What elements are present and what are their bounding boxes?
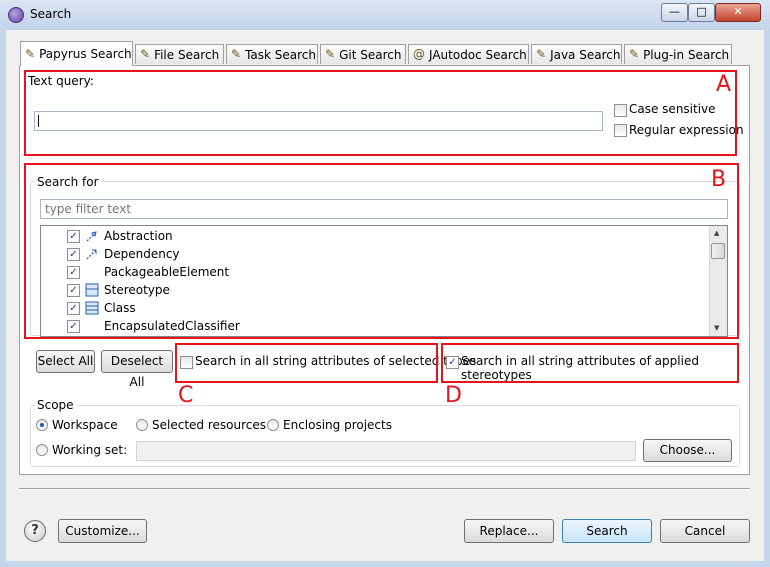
tab-label: Plug-in Search [643, 47, 730, 62]
workspace-label: Workspace [52, 418, 118, 432]
tab-java-search[interactable]: ✎ Java Search [531, 44, 622, 64]
tab-label: Task Search [245, 47, 317, 62]
footer-separator [19, 488, 750, 490]
tab-plugin-search[interactable]: ✎ Plug-in Search [624, 44, 732, 64]
git-search-icon: ✎ [325, 47, 336, 61]
maximize-button[interactable]: □ [688, 3, 715, 22]
selected-resources-radio[interactable] [136, 419, 148, 431]
task-search-icon: ✎ [231, 47, 242, 61]
workspace-radio[interactable] [36, 419, 48, 431]
tab-label: Papyrus Search [39, 47, 132, 61]
tab-jautodoc-search[interactable]: @ JAutodoc Search [408, 44, 529, 64]
working-set-field [136, 441, 636, 461]
window-title: Search [30, 7, 72, 21]
search-button[interactable]: Search [562, 519, 652, 543]
tab-papyrus-search[interactable]: ✎ Papyrus Search [20, 41, 133, 66]
cancel-button[interactable]: Cancel [660, 519, 750, 543]
tab-label: Git Search [339, 47, 402, 62]
replace-button[interactable]: Replace... [464, 519, 554, 543]
annotation-box-d [441, 343, 739, 383]
tab-git-search[interactable]: ✎ Git Search [320, 44, 406, 64]
tab-label: JAutodoc Search [429, 47, 527, 62]
choose-button[interactable]: Choose... [643, 439, 732, 462]
file-search-icon: ✎ [140, 47, 151, 61]
enclosing-projects-label: Enclosing projects [283, 418, 392, 432]
eclipse-icon [8, 7, 24, 23]
annotation-label-b: B [711, 167, 727, 192]
working-set-label: Working set: [52, 443, 128, 457]
plugin-search-icon: ✎ [629, 47, 640, 61]
jautodoc-search-icon: @ [413, 47, 425, 61]
customize-button[interactable]: Customize... [58, 519, 147, 543]
annotation-label-a: A [716, 72, 732, 97]
enclosing-projects-radio[interactable] [267, 419, 279, 431]
tab-file-search[interactable]: ✎ File Search [135, 44, 224, 64]
papyrus-search-icon: ✎ [25, 46, 36, 61]
tab-task-search[interactable]: ✎ Task Search [226, 44, 318, 64]
working-set-radio[interactable] [36, 444, 48, 456]
annotation-box-c [175, 343, 438, 383]
scope-label: Scope [35, 398, 76, 412]
annotation-box-a [24, 70, 737, 156]
title-bar [0, 0, 770, 30]
selected-resources-label: Selected resources [152, 418, 266, 432]
annotation-box-b [24, 163, 739, 339]
deselect-all-button[interactable]: Deselect All [101, 350, 173, 389]
select-all-button[interactable]: Select All [36, 350, 95, 373]
help-icon[interactable]: ? [24, 520, 46, 542]
minimize-button[interactable]: — [661, 3, 688, 22]
tab-label: File Search [154, 47, 220, 62]
tab-label: Java Search [550, 47, 621, 62]
java-search-icon: ✎ [536, 47, 547, 61]
close-button[interactable]: ✕ [715, 3, 761, 22]
